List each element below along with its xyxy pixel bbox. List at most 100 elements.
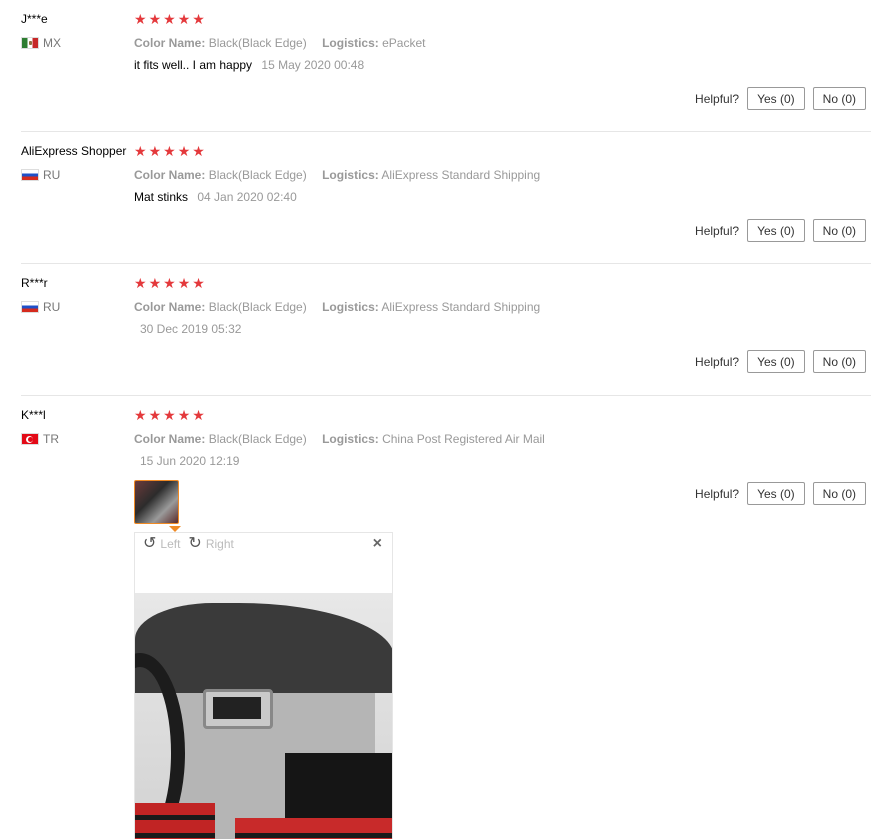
star-icon: ★ <box>134 143 147 159</box>
rotate-right-label: Right <box>205 537 234 551</box>
rotate-left-button[interactable]: ↺ Left <box>143 535 181 552</box>
review-attributes: Color Name: Black(Black Edge) Logistics:… <box>134 168 552 182</box>
logistics-value: ePacket <box>382 36 426 50</box>
turkey-flag-icon <box>21 433 39 445</box>
star-icon: ★ <box>177 11 191 27</box>
reviewer-name: AliExpress Shopper <box>21 144 127 158</box>
star-icon: ★ <box>192 11 205 27</box>
star-rating: ★ ★ ★ ★ ★ <box>134 408 205 422</box>
star-icon: ★ <box>148 407 162 423</box>
helpful-label: Helpful? <box>695 486 740 501</box>
star-icon: ★ <box>177 407 191 423</box>
helpful-no-button[interactable]: No (0) <box>812 350 866 373</box>
star-rating: ★ ★ ★ ★ ★ <box>134 144 205 158</box>
rotate-right-icon: ↻ <box>188 535 202 552</box>
star-rating: ★ ★ ★ ★ ★ <box>134 276 205 290</box>
rotate-right-button[interactable]: ↻ Right <box>188 535 234 552</box>
reviewer-country: RU <box>21 168 60 182</box>
color-name-label: Color Name: <box>134 36 206 50</box>
review-attributes: Color Name: Black(Black Edge) Logistics:… <box>134 432 557 446</box>
rotate-left-icon: ↺ <box>143 535 157 552</box>
helpful-no-button[interactable]: No (0) <box>812 87 866 110</box>
review-text: Mat stinks <box>134 190 189 204</box>
photo-seat-stripe <box>235 833 392 838</box>
logistics-label: Logistics: <box>322 168 379 182</box>
star-icon: ★ <box>192 407 205 423</box>
review-item: J***e MX ★ ★ ★ ★ ★ Color Name: Black(Bla… <box>21 12 871 132</box>
color-name-value: Black(Black Edge) <box>208 36 307 50</box>
logistics-label: Logistics: <box>322 432 379 446</box>
photo-seat-stripe <box>135 833 215 838</box>
photo-seat-stripe <box>135 815 215 820</box>
review-photo-thumbnail[interactable] <box>134 480 179 524</box>
helpful-no-button[interactable]: No (0) <box>812 482 866 505</box>
review-photo <box>135 593 392 839</box>
helpful-yes-button[interactable]: Yes (0) <box>747 482 805 505</box>
color-name-value: Black(Black Edge) <box>208 168 307 182</box>
russia-flag-icon <box>21 301 39 313</box>
star-icon: ★ <box>192 275 205 291</box>
country-code: MX <box>43 36 61 50</box>
star-icon: ★ <box>163 407 176 423</box>
photo-dashboard <box>135 603 392 693</box>
star-icon: ★ <box>177 143 191 159</box>
review-date: 15 May 2020 00:48 <box>261 58 365 72</box>
review-feedback: 15 Jun 2020 12:19 <box>134 454 239 468</box>
review-attributes: Color Name: Black(Black Edge) Logistics:… <box>134 36 437 50</box>
reviewer-country: RU <box>21 300 60 314</box>
helpful-yes-button[interactable]: Yes (0) <box>747 350 805 373</box>
star-icon: ★ <box>163 275 176 291</box>
star-icon: ★ <box>134 407 147 423</box>
star-icon: ★ <box>163 143 176 159</box>
logistics-label: Logistics: <box>322 36 379 50</box>
logistics-label: Logistics: <box>322 300 379 314</box>
helpful-label: Helpful? <box>695 354 740 369</box>
star-icon: ★ <box>192 143 205 159</box>
logistics-value: AliExpress Standard Shipping <box>381 300 541 314</box>
rotate-left-label: Left <box>160 537 181 551</box>
reviewer-country: MX <box>21 36 61 50</box>
viewer-toolbar: ↺ Left ↻ Right <box>143 535 234 552</box>
star-icon: ★ <box>148 275 162 291</box>
color-name-label: Color Name: <box>134 432 206 446</box>
helpful-controls: Helpful? Yes (0) No (0) <box>695 87 866 110</box>
helpful-controls: Helpful? Yes (0) No (0) <box>695 219 866 242</box>
country-code: RU <box>43 168 61 182</box>
helpful-no-button[interactable]: No (0) <box>812 219 866 242</box>
helpful-label: Helpful? <box>695 223 740 238</box>
review-date: 04 Jan 2020 02:40 <box>197 190 297 204</box>
helpful-yes-button[interactable]: Yes (0) <box>747 219 805 242</box>
russia-flag-icon <box>21 169 39 181</box>
star-icon: ★ <box>134 11 147 27</box>
star-icon: ★ <box>148 11 162 27</box>
star-icon: ★ <box>177 275 191 291</box>
color-name-label: Color Name: <box>134 168 206 182</box>
review-feedback: 30 Dec 2019 05:32 <box>134 322 241 336</box>
review-item: AliExpress Shopper RU ★ ★ ★ ★ ★ Color Na… <box>21 144 871 264</box>
review-item: R***r RU ★ ★ ★ ★ ★ Color Name: Black(Bla… <box>21 276 871 396</box>
close-icon[interactable]: × <box>373 535 382 553</box>
star-icon: ★ <box>134 275 147 291</box>
star-rating: ★ ★ ★ ★ ★ <box>134 12 205 26</box>
helpful-yes-button[interactable]: Yes (0) <box>747 87 805 110</box>
logistics-value: China Post Registered Air Mail <box>382 432 545 446</box>
reviewer-country: TR <box>21 432 59 446</box>
star-icon: ★ <box>163 11 176 27</box>
helpful-label: Helpful? <box>695 91 740 106</box>
review-date: 30 Dec 2019 05:32 <box>140 322 242 336</box>
star-icon: ★ <box>148 143 162 159</box>
review-item: K***l TR ★ ★ ★ ★ ★ Color Name: Black(Bla… <box>21 408 871 839</box>
review-feedback: Mat stinks 04 Jan 2020 02:40 <box>134 190 297 204</box>
review-attributes: Color Name: Black(Black Edge) Logistics:… <box>134 300 552 314</box>
color-name-value: Black(Black Edge) <box>208 300 307 314</box>
country-code: TR <box>43 432 59 446</box>
review-text: it fits well.. I am happy <box>134 58 253 72</box>
reviewer-name: J***e <box>21 12 48 26</box>
review-feedback: it fits well.. I am happy 15 May 2020 00… <box>134 58 364 72</box>
review-date: 15 Jun 2020 12:19 <box>140 454 240 468</box>
country-code: RU <box>43 300 61 314</box>
mexico-flag-icon <box>21 37 39 49</box>
color-name-value: Black(Black Edge) <box>208 432 307 446</box>
color-name-label: Color Name: <box>134 300 206 314</box>
photo-viewer: ↺ Left ↻ Right × <box>134 532 393 839</box>
